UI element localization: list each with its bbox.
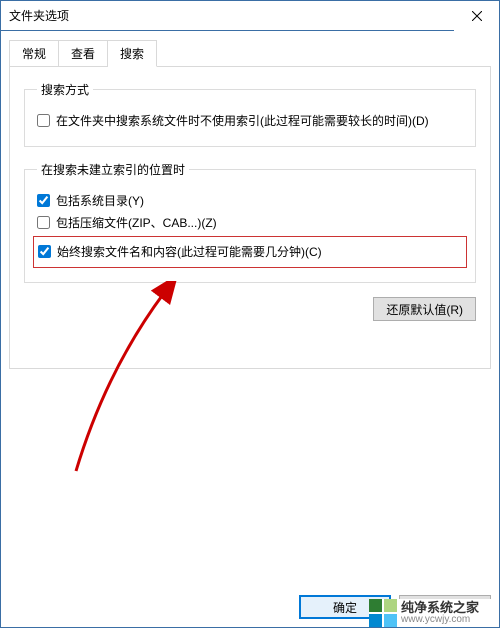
tab-search[interactable]: 搜索 <box>108 40 157 67</box>
group-legend: 搜索方式 <box>37 81 93 98</box>
tab-label: 搜索 <box>120 47 144 61</box>
checkbox-row-zip[interactable]: 包括压缩文件(ZIP、CAB...)(Z) <box>37 214 463 232</box>
checkbox-row-sysdir[interactable]: 包括系统目录(Y) <box>37 192 463 210</box>
checkbox-label: 在文件夹中搜索系统文件时不使用索引(此过程可能需要较长的时间)(D) <box>56 112 463 130</box>
tab-label: 查看 <box>71 47 95 61</box>
checkbox-always[interactable] <box>38 245 51 258</box>
group-search-method: 搜索方式 在文件夹中搜索系统文件时不使用索引(此过程可能需要较长的时间)(D) <box>24 81 476 147</box>
close-icon <box>472 11 482 21</box>
restore-row: 还原默认值(R) <box>24 297 476 321</box>
checkbox-label: 包括压缩文件(ZIP、CAB...)(Z) <box>56 214 463 232</box>
dialog-footer: 确定 取消 <box>299 595 491 619</box>
checkbox-sysdir[interactable] <box>37 194 50 207</box>
window-title: 文件夹选项 <box>9 7 69 24</box>
tab-general[interactable]: 常规 <box>9 40 59 67</box>
close-button[interactable] <box>454 1 499 31</box>
ok-button[interactable]: 确定 <box>299 595 391 619</box>
group-legend: 在搜索未建立索引的位置时 <box>37 161 189 178</box>
checkbox-label: 包括系统目录(Y) <box>56 192 463 210</box>
checkbox-row-always[interactable]: 始终搜索文件名和内容(此过程可能需要几分钟)(C) <box>38 243 462 261</box>
group-nonindexed-locations: 在搜索未建立索引的位置时 包括系统目录(Y) 包括压缩文件(ZIP、CAB...… <box>24 161 476 283</box>
checkbox-noindex[interactable] <box>37 114 50 127</box>
tab-view[interactable]: 查看 <box>59 40 108 67</box>
checkbox-row-noindex[interactable]: 在文件夹中搜索系统文件时不使用索引(此过程可能需要较长的时间)(D) <box>37 112 463 130</box>
folder-options-window: 文件夹选项 常规 查看 搜索 搜索方式 在文件夹中搜索系统文件时 <box>0 0 500 628</box>
highlight-frame: 始终搜索文件名和内容(此过程可能需要几分钟)(C) <box>33 236 467 268</box>
checkbox-label: 始终搜索文件名和内容(此过程可能需要几分钟)(C) <box>57 243 462 261</box>
titlebar: 文件夹选项 <box>1 1 499 31</box>
tab-content-search: 搜索方式 在文件夹中搜索系统文件时不使用索引(此过程可能需要较长的时间)(D) … <box>9 67 491 369</box>
tabstrip: 常规 查看 搜索 <box>9 39 491 67</box>
restore-defaults-button[interactable]: 还原默认值(R) <box>373 297 476 321</box>
checkbox-zip[interactable] <box>37 216 50 229</box>
tab-label: 常规 <box>22 47 46 61</box>
cancel-button[interactable]: 取消 <box>399 595 491 619</box>
